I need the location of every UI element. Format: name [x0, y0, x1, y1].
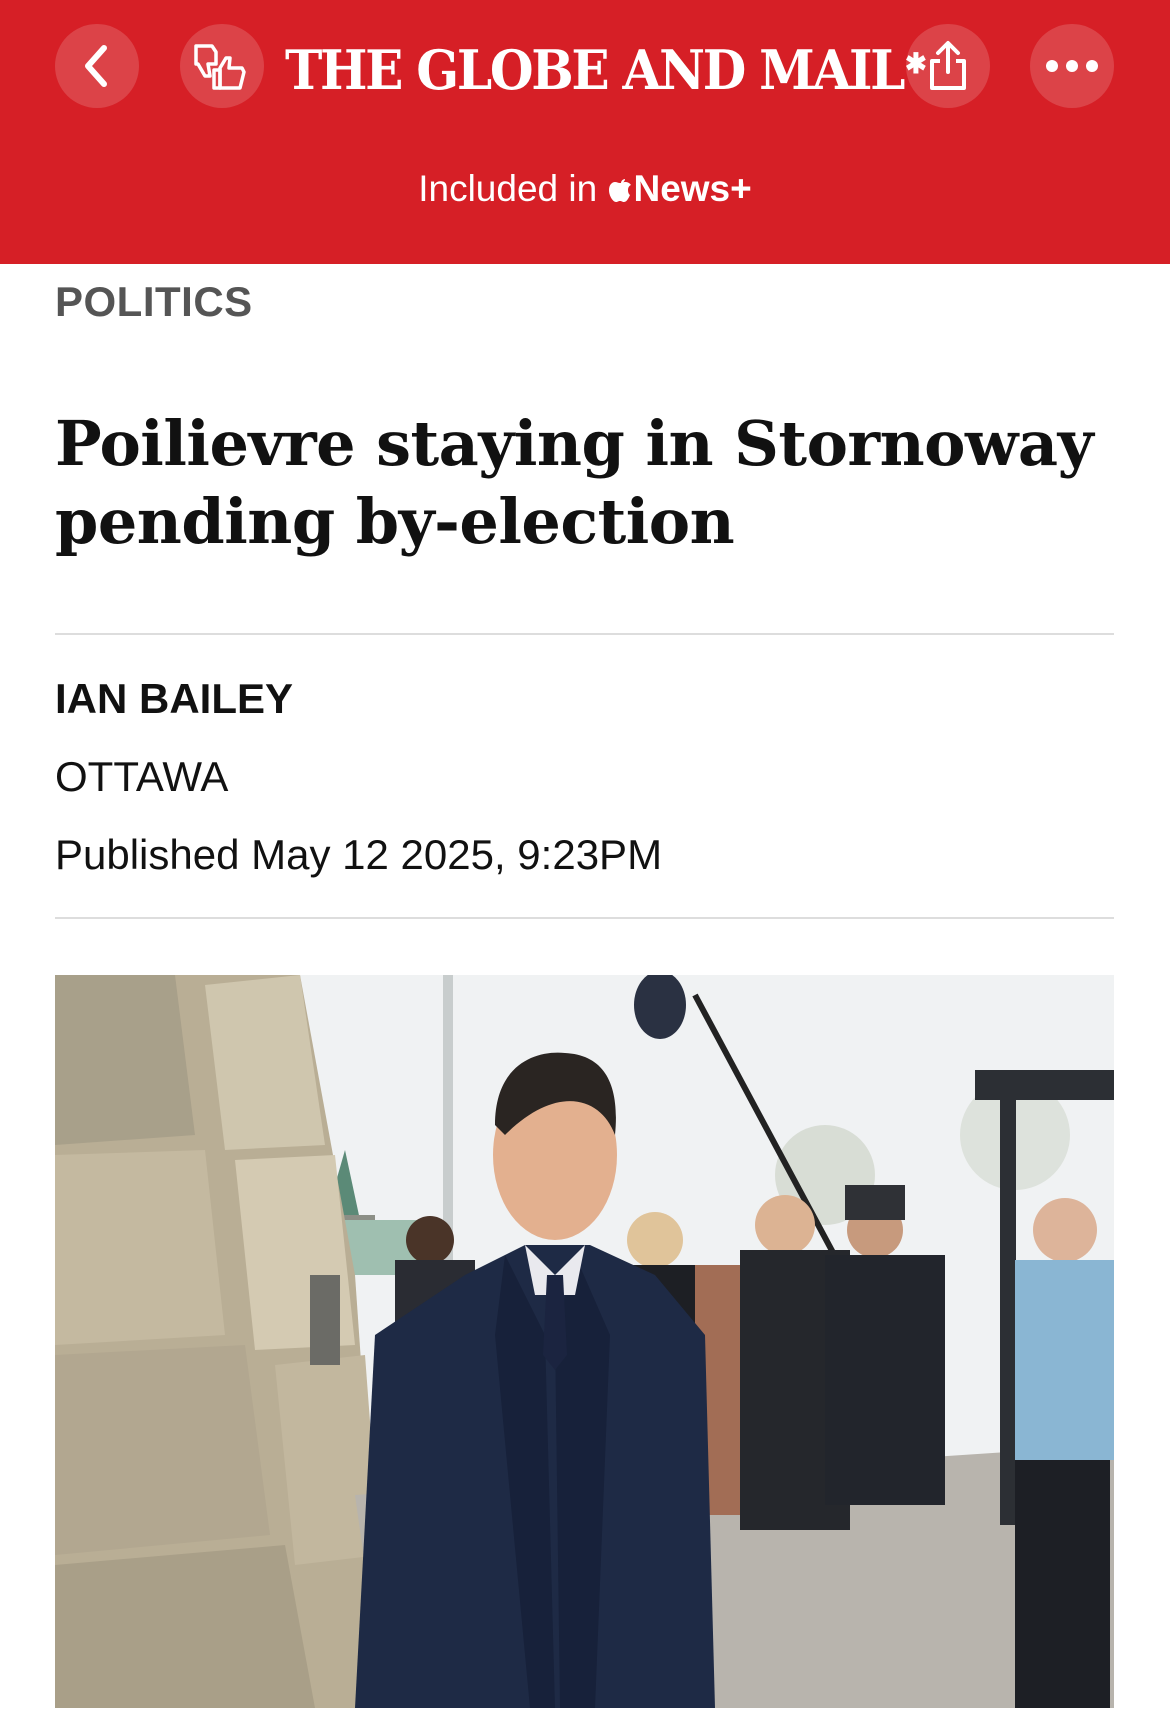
chevron-left-icon [85, 45, 107, 87]
apple-news-plus-logo: News+ [607, 168, 752, 209]
thumbs-reaction-icon [194, 44, 246, 90]
category-label[interactable]: POLITICS [55, 278, 253, 326]
dateline: OTTAWA [55, 753, 229, 800]
apple-logo-icon [609, 179, 632, 202]
article-headline: Poilievre staying in Stornoway pending b… [55, 407, 1094, 558]
more-icon [1046, 60, 1098, 72]
app-header: THE GLOBE AND MAIL✱ Included in News+ [0, 0, 1170, 264]
back-button[interactable] [55, 24, 139, 108]
published-timestamp: Published May 12 2025, 9:23PM [55, 831, 663, 878]
news-plus-banner: Included in News+ [0, 168, 1170, 210]
masthead-text: THE GLOBE AND MAIL [285, 38, 905, 102]
included-text: Included in [418, 168, 598, 209]
divider [55, 917, 1114, 919]
masthead-logo: THE GLOBE AND MAIL✱ [285, 30, 927, 110]
news-plus-text: News+ [633, 168, 752, 209]
more-button[interactable] [1030, 24, 1114, 108]
reaction-button[interactable] [180, 24, 264, 108]
share-icon [930, 41, 966, 90]
author-byline[interactable]: IAN BAILEY [55, 675, 293, 723]
share-button[interactable] [906, 24, 990, 108]
photo-illustration [55, 975, 1114, 1708]
article-photo[interactable] [55, 975, 1114, 1708]
divider [55, 633, 1114, 635]
